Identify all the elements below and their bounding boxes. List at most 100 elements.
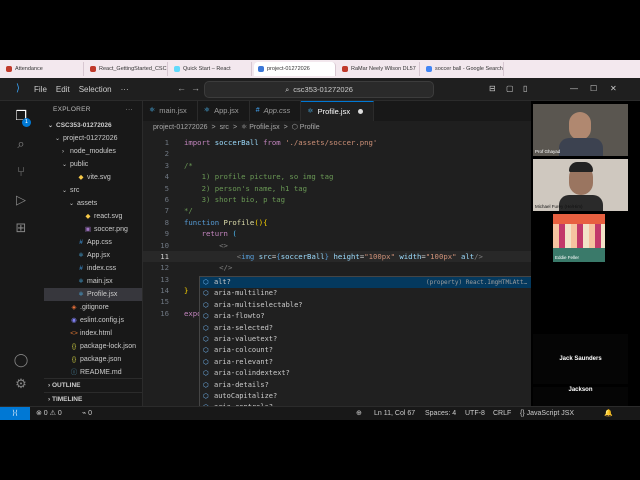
- code-line[interactable]: 9 return (: [143, 228, 531, 239]
- tree-file[interactable]: <> index.html: [44, 327, 142, 340]
- suggestion-item[interactable]: ⬡ aria-details?: [200, 380, 540, 391]
- account-icon[interactable]: ◯: [13, 353, 29, 369]
- line-text: 2) person's name, h1 tag: [184, 183, 307, 194]
- browser-tab[interactable]: project-01272026: [254, 62, 336, 76]
- remote-indicator-icon[interactable]: ⟩⟨: [0, 407, 30, 420]
- code-line[interactable]: 1 import soccerBall from './assets/soccer…: [143, 137, 531, 148]
- timeline-section[interactable]: › TIMELINE: [44, 392, 142, 406]
- ports-indicator[interactable]: ⌁ 0: [82, 407, 92, 420]
- command-center-search[interactable]: ⌕ csc353-01272026: [204, 81, 434, 98]
- breadcrumb-item[interactable]: src: [220, 124, 229, 131]
- suggestion-item[interactable]: ⬡ aria-flowto?: [200, 311, 540, 322]
- suggestion-item[interactable]: ⬡ aria-colcount?: [200, 345, 540, 356]
- notifications-bell-icon[interactable]: 🔔: [604, 407, 613, 420]
- suggestion-item[interactable]: ⬡ aria-multiselectable?: [200, 300, 540, 311]
- tree-folder[interactable]: ⌄ public: [44, 158, 142, 171]
- layout-sidebar-icon[interactable]: ▢: [506, 84, 514, 93]
- property-icon: ⬡: [203, 323, 209, 332]
- layout-panel-icon[interactable]: ⊟: [489, 84, 496, 93]
- tree-folder[interactable]: ⌄ project-01272026: [44, 132, 142, 145]
- tree-file[interactable]: ◆ react.svg: [44, 210, 142, 223]
- tree-folder[interactable]: ⌄ assets: [44, 197, 142, 210]
- tree-file[interactable]: {} package.json: [44, 353, 142, 366]
- tree-folder[interactable]: ⌄ src: [44, 184, 142, 197]
- code-line[interactable]: 6 3) short bio, p tag: [143, 194, 531, 205]
- tree-file[interactable]: ⚛ Profile.jsx: [44, 288, 142, 301]
- maximize-icon[interactable]: ☐: [590, 84, 597, 93]
- tree-file[interactable]: ▣ soccer.png: [44, 223, 142, 236]
- code-line[interactable]: 4 1) profile picture, so img tag: [143, 171, 531, 182]
- unsaved-dot-icon[interactable]: [358, 109, 364, 114]
- source-control-icon[interactable]: ⑂: [13, 165, 29, 181]
- tree-file[interactable]: ◈ .gitignore: [44, 301, 142, 314]
- breadcrumb-item[interactable]: ⚛ Profile.jsx: [241, 124, 280, 131]
- menu-more[interactable]: ···: [121, 85, 129, 94]
- search-icon[interactable]: ⌕: [13, 137, 29, 153]
- tree-file[interactable]: ◉ eslint.config.js: [44, 314, 142, 327]
- extensions-icon[interactable]: ⊞: [13, 221, 29, 237]
- forward-arrow-icon[interactable]: →: [191, 83, 200, 93]
- browser-tab[interactable]: Attendance: [2, 62, 84, 76]
- editor-tab[interactable]: ⚛ App.jsx: [198, 101, 250, 121]
- settings-gear-icon[interactable]: ⚙: [13, 377, 29, 393]
- zoom-icon[interactable]: ⊕: [356, 407, 362, 420]
- code-line[interactable]: 2: [143, 148, 531, 159]
- close-icon[interactable]: ✕: [610, 84, 617, 93]
- browser-tab[interactable]: Quick Start – React: [170, 62, 252, 76]
- code-line[interactable]: 12 </>: [143, 262, 531, 273]
- suggestion-item[interactable]: ⬡ aria-multiline?: [200, 288, 540, 299]
- suggestion-item[interactable]: ⬡ aria-valuetext?: [200, 334, 540, 345]
- editor-tab[interactable]: ⚛ Profile.jsx: [301, 101, 375, 121]
- suggestion-item[interactable]: ⬡ aria-colindextext?: [200, 368, 540, 379]
- minimize-icon[interactable]: —: [570, 84, 578, 93]
- editor-tab[interactable]: ⚛ main.jsx: [143, 101, 198, 121]
- suggestion-item[interactable]: ⬡ alt? (property) React.ImgHTMLAtt…: [200, 277, 540, 289]
- tree-file[interactable]: ⚛ main.jsx: [44, 275, 142, 288]
- run-debug-icon[interactable]: ▷: [13, 193, 29, 209]
- tree-folder[interactable]: › node_modules: [44, 145, 142, 158]
- back-arrow-icon[interactable]: ←: [177, 83, 186, 93]
- menu-edit[interactable]: Edit: [56, 85, 70, 94]
- code-line[interactable]: 10 <>: [143, 240, 531, 251]
- code-line[interactable]: 7 */: [143, 205, 531, 216]
- suggestion-label: autoCapitalize?: [214, 391, 278, 400]
- breadcrumb-item[interactable]: project-01272026: [153, 124, 208, 131]
- file-type-icon: ◆: [78, 174, 84, 181]
- suggestion-item[interactable]: ⬡ aria-selected?: [200, 323, 540, 334]
- problems-indicator[interactable]: ⊗ 0 ⚠ 0: [36, 407, 62, 420]
- editor-tab-label: main.jsx: [159, 106, 187, 115]
- tree-item-label: .gitignore: [80, 304, 109, 311]
- file-type-icon: ⚛: [78, 291, 84, 298]
- tree-file[interactable]: ◆ vite.svg: [44, 171, 142, 184]
- browser-tab[interactable]: soccer ball - Google Search: [422, 62, 504, 76]
- browser-tab[interactable]: React_GettingStarted_CSC: [86, 62, 168, 76]
- suggestion-item[interactable]: ⬡ autoCapitalize?: [200, 391, 540, 402]
- browser-tab[interactable]: RaMar Neely Wilson DL57: [338, 62, 420, 76]
- layout-secondary-icon[interactable]: ▯: [523, 84, 527, 93]
- outline-section[interactable]: › OUTLINE: [44, 378, 142, 392]
- editor-tab[interactable]: # App.css: [250, 101, 302, 121]
- language-mode[interactable]: {} JavaScript JSX: [520, 407, 574, 420]
- explorer-files-icon[interactable]: ❐ 1: [13, 109, 31, 127]
- explorer-more-icon[interactable]: ···: [126, 101, 133, 119]
- line-number: 8: [164, 217, 169, 227]
- code-line[interactable]: 11 <img src={soccerBall} height="100px" …: [143, 250, 531, 263]
- menu-file[interactable]: File: [34, 85, 47, 94]
- tree-file[interactable]: # App.css: [44, 236, 142, 249]
- encoding[interactable]: UTF-8: [465, 407, 485, 420]
- breadcrumb-item[interactable]: ⬡ Profile: [292, 124, 320, 131]
- line-ending[interactable]: CRLF: [493, 407, 511, 420]
- tree-file[interactable]: ⚛ App.jsx: [44, 249, 142, 262]
- tree-file[interactable]: {} package-lock.json: [44, 340, 142, 353]
- code-line[interactable]: 8 function Profile(){: [143, 217, 531, 228]
- menu-selection[interactable]: Selection: [79, 85, 112, 94]
- tree-folder[interactable]: ⌄ CSC353-01272026: [44, 119, 142, 132]
- indentation[interactable]: Spaces: 4: [425, 407, 456, 420]
- suggestion-item[interactable]: ⬡ aria-relevant?: [200, 357, 540, 368]
- code-line[interactable]: 5 2) person's name, h1 tag: [143, 183, 531, 194]
- cursor-position[interactable]: Ln 11, Col 67: [374, 407, 415, 420]
- tree-file[interactable]: # index.css: [44, 262, 142, 275]
- property-icon: ⬡: [203, 357, 209, 366]
- code-line[interactable]: 3 /*: [143, 160, 531, 171]
